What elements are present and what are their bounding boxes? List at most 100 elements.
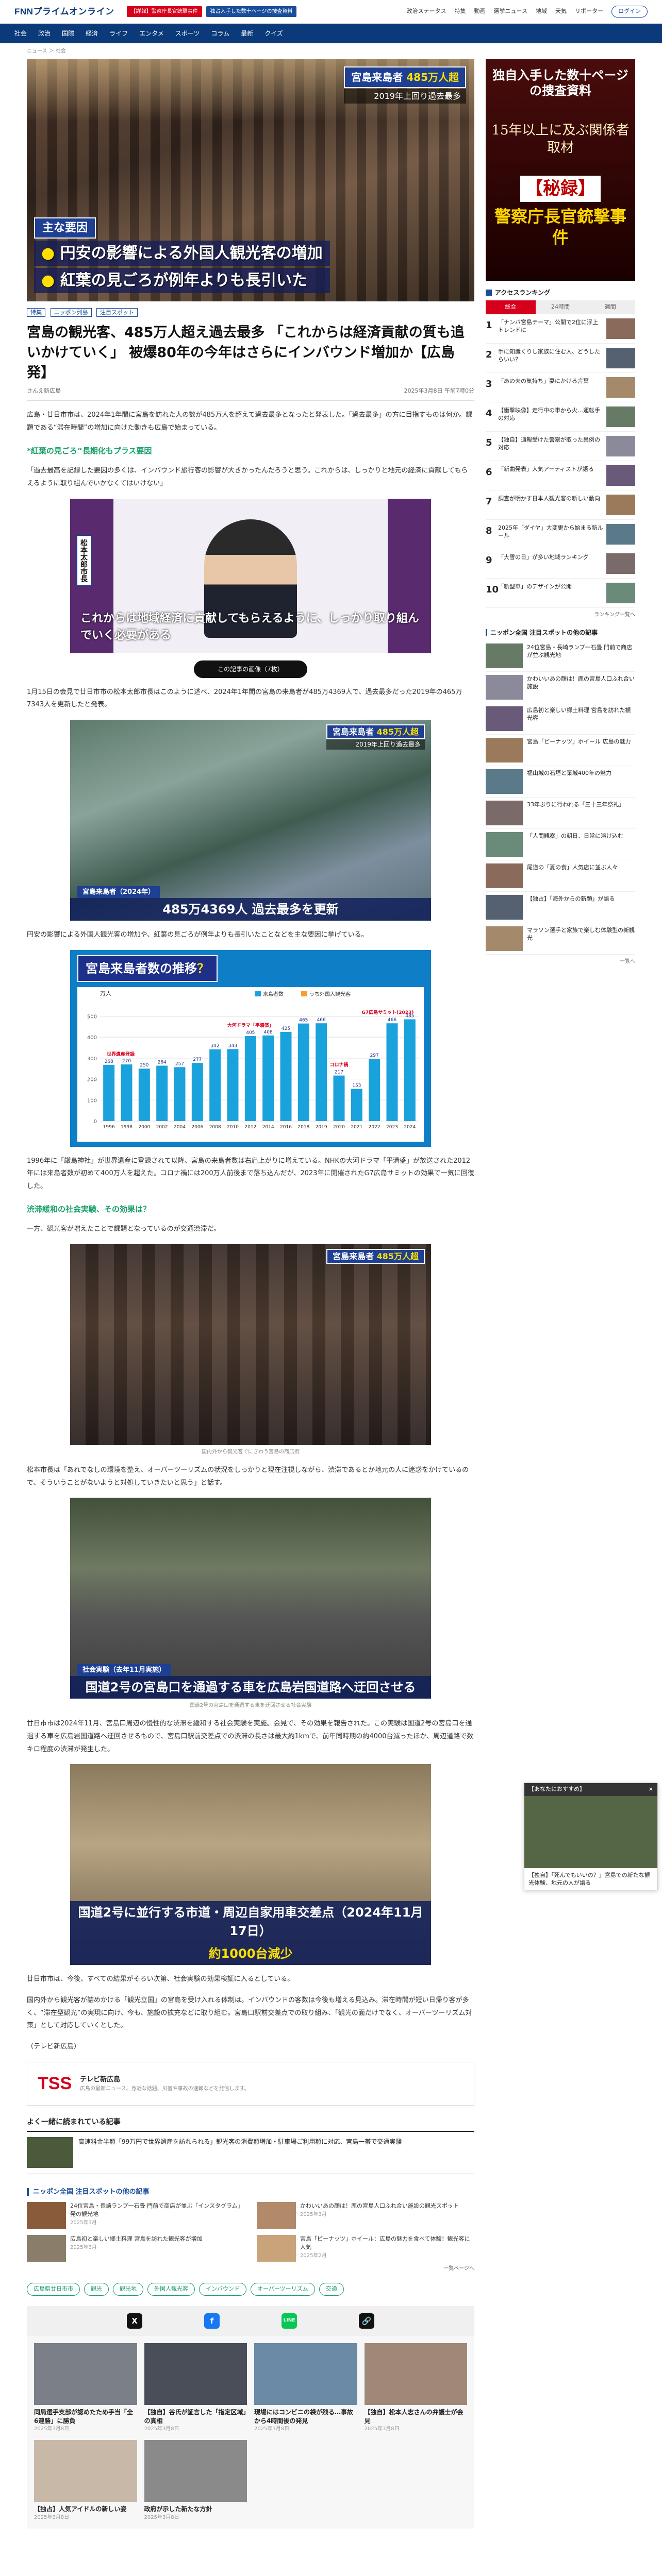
- facebook-share-icon[interactable]: f: [204, 2313, 220, 2329]
- floating-recommend[interactable]: 【あなたにおすすめ】 × 【独自】「死んでもいいの？」宮島での新たな観光体験、地元…: [524, 1783, 658, 1891]
- subheading: 渋滞緩和の社会実験、その効果は？: [27, 1204, 151, 1214]
- sidebar-related-item[interactable]: 広島初と楽しい郷土料理 宮島を訪れた観光客: [486, 703, 635, 735]
- label-badge[interactable]: ニッポン列島: [50, 308, 92, 317]
- bar-value-label: 425: [282, 1026, 290, 1031]
- nav-item[interactable]: 国際: [62, 29, 74, 38]
- ranking-item[interactable]: 5 【独自】通報受けた警察が取った異例の対応: [486, 432, 635, 461]
- promo-link-1[interactable]: 【詳報】警察庁長官銃撃事件: [126, 6, 202, 17]
- ranking-item[interactable]: 1 「ナンバ宮島テーマ」公開で2位に浮上 トレンドに: [486, 314, 635, 344]
- recommend-item[interactable]: 現場にはコンビニの袋が残る…事故から4時間後の発見 2025年3月8日: [254, 2343, 357, 2433]
- tag-chip[interactable]: 交通: [319, 2283, 344, 2296]
- more-link[interactable]: 一覧ページへ: [27, 2265, 474, 2273]
- chart-bar: [333, 1075, 345, 1121]
- sidebar-more-link[interactable]: 一覧へ: [486, 958, 635, 965]
- login-button[interactable]: ログイン: [611, 6, 648, 18]
- sidebar-related-item[interactable]: 24位宮島・長崎ランプ一石畳 門前で商店が並ぶ観光地: [486, 640, 635, 672]
- recommend-item[interactable]: 【独自】谷氏が証言した「指定区域」の真相 2025年3月8日: [144, 2343, 247, 2433]
- nav-item[interactable]: スポーツ: [175, 29, 200, 38]
- recommend-item[interactable]: 政府が示した新たな方針 2025年3月8日: [144, 2440, 247, 2521]
- tag-chip[interactable]: 観光地: [113, 2283, 143, 2296]
- rank-title: 手に知識くりし家族に住む人、どうしたらいい？: [498, 348, 600, 363]
- related-item[interactable]: 宮島「ピーナッツ」ホイール：広島の魅力を食べて体験！観光客に人気 2025年2月: [257, 2235, 474, 2262]
- nav-item[interactable]: 経済: [86, 29, 98, 38]
- tag-chip[interactable]: オーバーツーリズム: [251, 2283, 315, 2296]
- bar-value-label: 270: [122, 1059, 131, 1064]
- label-badge[interactable]: 注目スポット: [96, 308, 138, 317]
- floating-video[interactable]: [524, 1795, 657, 1868]
- link-copy-icon[interactable]: 🔗: [359, 2313, 374, 2329]
- sidebar-related-item[interactable]: マラソン選手と家族で楽しむ体験型の新観光: [486, 923, 635, 955]
- ranking-tab[interactable]: 24時間: [535, 300, 586, 314]
- read-more-item[interactable]: 高速料金半額「99万円で世界遺産を訪れられる」観光客の消費額増加・駐車場ご利用額…: [27, 2132, 474, 2174]
- nav-item[interactable]: 最新: [241, 29, 253, 38]
- ranking-item[interactable]: 3 「あの夫の気持ち」妻にかける言葉: [486, 373, 635, 402]
- sidebar-section-heading: ニッポン全国 注目スポットの他の記事: [486, 628, 635, 637]
- sidebar-related-item[interactable]: 宮島「ピーナッツ」ホイール 広島の魅力: [486, 735, 635, 766]
- tag-chip[interactable]: インバウンド: [199, 2283, 246, 2296]
- publisher-card[interactable]: TSS テレビ新広島 広島の最新ニュース、身近な話題、災害や事故の速報などを発信…: [27, 2061, 474, 2106]
- hero-caption-tag: 宮島来島者 485万人超 2019年上回り過去最多: [344, 66, 466, 104]
- nav-item[interactable]: 社会: [14, 29, 27, 38]
- ranking-tabs: 総合 24時間 週間: [486, 300, 636, 314]
- x-share-icon[interactable]: X: [127, 2313, 142, 2329]
- chart-bar: [138, 1068, 150, 1121]
- site-logo[interactable]: FNNプライムオンライン: [14, 5, 114, 19]
- header-promos: 【詳報】警察庁長官銃撃事件 独占入手した数十ページの捜査資料: [126, 6, 297, 17]
- breadcrumb[interactable]: ニュース ＞ 社会: [0, 43, 662, 59]
- ranking-item[interactable]: 4 【衝撃映像】走行中の車から火…運転手の対応: [486, 402, 635, 432]
- rank-number: 1: [486, 319, 492, 331]
- ranking-item[interactable]: 10 「新型車」のデザインが公開: [486, 579, 635, 608]
- header-nav-item[interactable]: 選挙ニュース: [494, 7, 527, 16]
- recommend-item[interactable]: 同局選手支部が認めたため手当「全6連勝」に勝負 2025年3月8日: [34, 2343, 137, 2433]
- ranking-item[interactable]: 9 「大雪の日」が多い地域ランキング: [486, 549, 635, 579]
- thumbnail: [606, 347, 635, 368]
- ranking-tab[interactable]: 週間: [585, 300, 636, 314]
- y-tick-label: 400: [87, 1035, 97, 1041]
- header-nav-item[interactable]: 政治ステータス: [407, 7, 446, 16]
- recommend-item[interactable]: 【独占】人気アイドルの新しい姿 2025年3月8日: [34, 2440, 137, 2521]
- related-item[interactable]: かわいいあの顔は！鹿の宮島人口ふれ合い施設の観光スポット 2025年3月: [257, 2202, 474, 2229]
- ranking-item[interactable]: 7 調査が明かす日本人観光客の新しい動向: [486, 490, 635, 520]
- nav-item[interactable]: 政治: [38, 29, 51, 38]
- promo-link-2[interactable]: 独占入手した数十ページの捜査資料: [206, 6, 297, 17]
- ranking-item[interactable]: 2 手に知識くりし家族に住む人、どうしたらいい？: [486, 344, 635, 373]
- nav-item[interactable]: クイズ: [264, 29, 283, 38]
- header-nav-item[interactable]: 特集: [455, 7, 466, 16]
- related-item[interactable]: 24位宮島・長崎ランプ一石畳 門前で商店が並ぶ「インスタグラム」発の観光地 202…: [27, 2202, 244, 2229]
- nav-item[interactable]: コラム: [211, 29, 229, 38]
- nav-item[interactable]: ライフ: [109, 29, 128, 38]
- sidebar-related-item[interactable]: 尾道の「夏の食」人気店に並ぶ人々: [486, 860, 635, 892]
- sidebar-ad[interactable]: 独自入手した数十ページの捜査資料 15年以上に及ぶ関係者取材 【秘録】 警察庁長…: [486, 59, 635, 281]
- ranking-tab[interactable]: 総合: [486, 300, 536, 314]
- sidebar-related-item[interactable]: 福山城の石垣と築城400年の魅力: [486, 766, 635, 798]
- close-icon[interactable]: ×: [649, 1785, 653, 1794]
- sidebar-related-title: 「人間観察」の朝日、日常に溶け込む: [527, 832, 623, 839]
- ranking-item[interactable]: 8 2025年「ダイヤ」大変更から始まる新ルール: [486, 520, 635, 549]
- sidebar-related-item[interactable]: 【独占】「海外からの新顔」が語る: [486, 892, 635, 923]
- header-nav-item[interactable]: 天気: [555, 7, 567, 16]
- ranking-item[interactable]: 6 「新曲発表」人気アーティストが語る: [486, 461, 635, 490]
- hero-factors: 主な要因 円安の影響による外国人観光客の増加 紅葉の見ごろが例年よりも長引いた: [34, 217, 330, 293]
- tag-chip[interactable]: 外国人観光客: [147, 2283, 195, 2296]
- ranking-more-link[interactable]: ランキング一覧へ: [486, 611, 635, 619]
- sidebar-related-item[interactable]: 「人間観察」の朝日、日常に溶け込む: [486, 829, 635, 860]
- header-nav-item[interactable]: リポーター: [575, 7, 603, 16]
- related-item[interactable]: 広島初と楽しい郷土料理 宮島を訪れた観光客が増加 2025年3月: [27, 2235, 244, 2262]
- label-badge[interactable]: 特集: [27, 308, 45, 317]
- tag-chip[interactable]: 広島県廿日市市: [27, 2283, 80, 2296]
- recommend-item[interactable]: 【独自】松本人志さんの弁護士が会見 2025年3月8日: [364, 2343, 467, 2433]
- sidebar-related-item[interactable]: かわいいあの顔は！鹿の宮島人口ふれ合い施設: [486, 672, 635, 703]
- floating-title[interactable]: 【独自】「死んでもいいの？」宮島での新たな観光体験、地元の人が語る: [524, 1868, 657, 1890]
- road-photo: 社会実験（去年11月実施） 国道2号の宮島口を通過する車を広島岩国道路へ迂回させる: [70, 1498, 431, 1699]
- sidebar-related-title: 宮島「ピーナッツ」ホイール 広島の魅力: [527, 738, 631, 745]
- sidebar-related-title: かわいいあの顔は！鹿の宮島人口ふれ合い施設: [527, 675, 635, 690]
- sidebar-related-item[interactable]: 33年ぶりに行われる「三十三年祭礼」: [486, 798, 635, 829]
- nav-item[interactable]: エンタメ: [139, 29, 164, 38]
- hero-image: 宮島来島者 485万人超 2019年上回り過去最多 主な要因 円安の影響による外…: [27, 59, 474, 301]
- author[interactable]: さんえ新広島: [27, 387, 61, 396]
- view-photos-button[interactable]: この記事の画像（7枚）: [194, 660, 307, 678]
- header-nav-item[interactable]: 動画: [474, 7, 486, 16]
- header-nav-item[interactable]: 地域: [536, 7, 547, 16]
- line-share-icon[interactable]: LINE: [282, 2313, 297, 2329]
- tag-chip[interactable]: 観光: [84, 2283, 109, 2296]
